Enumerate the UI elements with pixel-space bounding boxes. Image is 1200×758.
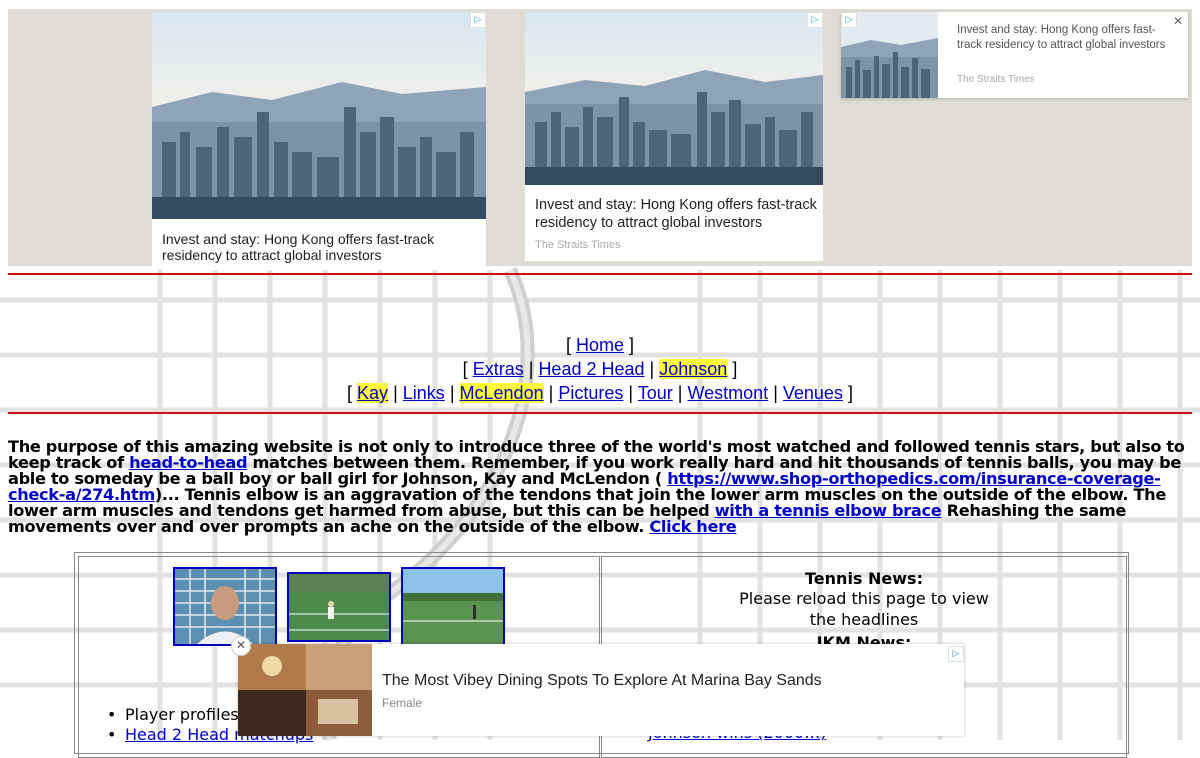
close-ad-button[interactable]: ✕ [231,636,251,656]
ad-card-3[interactable]: ▷ ✕ Invest and stay: Hong Kong offers fa… [841,12,1188,98]
nav-link-kay[interactable]: Kay [357,383,389,403]
nav-separator: | [649,359,655,379]
nav-bracket: [ [462,359,468,379]
adchoices-icon[interactable]: ▷ [807,12,823,28]
nav-separator: | [548,383,554,403]
thumbnail-tennis-court-palms[interactable] [401,567,505,646]
adchoices-icon[interactable]: ▷ [470,12,486,28]
nav-bracket: ] [732,359,738,379]
divider-top [8,273,1192,275]
bottom-ad-source: Female [382,696,423,710]
bottom-ad[interactable]: The Most Vibey Dining Spots To Explore A… [238,644,964,736]
nav-row-2: [ Extras | Head 2 Head | Johnson ] [0,359,1200,380]
nav-link-home[interactable]: Home [576,335,624,355]
ad-image-dining-interior[interactable] [238,644,372,736]
thumbnail-tennis-court-serve[interactable] [287,572,391,642]
nav-separator: | [677,383,683,403]
ad-title[interactable]: Invest and stay: Hong Kong offers fast-t… [162,231,472,263]
nav-link-links[interactable]: Links [403,383,445,403]
nav-link-pictures[interactable]: Pictures [558,383,623,403]
nav-separator: | [528,359,534,379]
adchoices-icon[interactable]: ▷ [841,12,857,28]
divider-bottom [8,412,1192,414]
nav-link-head-2-head[interactable]: Head 2 Head [538,359,644,379]
ad-title[interactable]: Invest and stay: Hong Kong offers fast-t… [957,23,1172,53]
nav-separator: | [773,383,778,403]
nav-link-tour[interactable]: Tour [638,383,673,403]
close-icon[interactable]: ✕ [1173,14,1183,28]
tennis-elbow-brace-link[interactable]: with a tennis elbow brace [715,501,942,520]
ad-title[interactable]: Invest and stay: Hong Kong offers fast-t… [535,196,817,232]
nav-bracket: ] [847,383,853,403]
nav-bracket: ] [629,335,635,355]
nav-link-mclendon[interactable]: McLendon [459,383,544,403]
intro-paragraph: The purpose of this amazing website is n… [8,438,1196,536]
nav-bracket: [ [347,383,353,403]
ad-card-1[interactable]: ▷ Invest and stay: Hong Kong offers fast… [152,12,486,266]
nav-bracket: [ [565,335,571,355]
adchoices-icon[interactable]: ▷ [948,646,964,662]
nav-link-westmont[interactable]: Westmont [687,383,768,403]
nav-link-extras[interactable]: Extras [473,359,524,379]
ad-source: The Straits Times [535,239,621,251]
ad-image-hong-kong-skyline[interactable] [152,12,486,219]
nav-link-venues[interactable]: Venues [783,383,843,403]
bottom-ad-title[interactable]: The Most Vibey Dining Spots To Explore A… [382,672,822,690]
ad-source: The Straits Times [957,74,1035,85]
reload-message: Please reload this page to view the head… [739,589,989,629]
ad-banner-area: ▷ Invest and stay: Hong Kong offers fast… [8,9,1192,266]
player-profiles-label: Player profiles: [125,705,245,724]
ad-image-hong-kong-skyline[interactable] [525,12,823,185]
tennis-news-heading: Tennis News: [805,569,923,588]
nav-separator: | [628,383,634,403]
nav-separator: | [393,383,398,403]
ad-card-2[interactable]: ▷ Invest and stay: Hong Kong offers fast… [525,12,823,261]
thumbnail-player-portrait[interactable] [173,567,277,646]
nav-link-johnson[interactable]: Johnson [659,359,728,379]
click-here-link[interactable]: Click here [649,517,736,536]
nav-separator: | [449,383,455,403]
nav-row-home: [ Home ] [0,335,1200,356]
nav-row-3: [ Kay | Links | McLendon | Pictures | To… [0,383,1200,404]
